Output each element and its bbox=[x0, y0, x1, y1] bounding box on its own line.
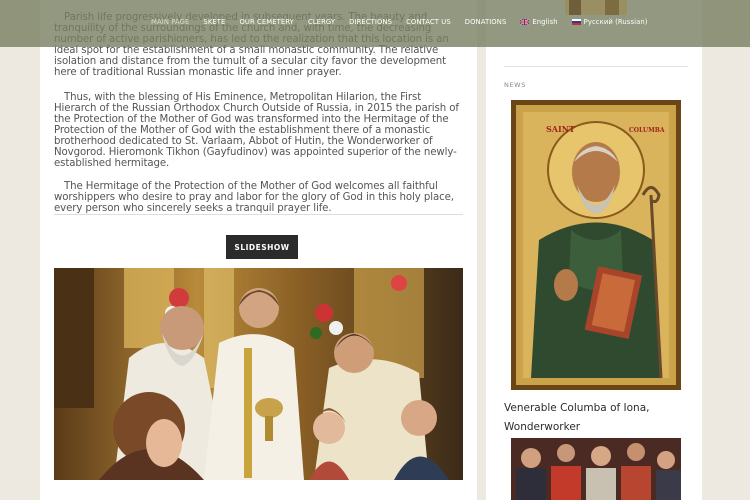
nav-skete[interactable]: SKETE bbox=[203, 18, 225, 26]
header-thumbnail-image bbox=[565, 0, 627, 15]
liturgy-photo[interactable] bbox=[54, 268, 463, 480]
lang-russian-label: Русский (Russian) bbox=[583, 18, 648, 26]
liturgy-photo-image bbox=[54, 268, 463, 480]
slideshow-button[interactable]: SLIDESHOW bbox=[226, 235, 298, 259]
main-column: Parish life progressively developed in s… bbox=[40, 0, 477, 500]
lang-russian[interactable]: Русский (Russian) bbox=[571, 18, 648, 26]
russia-flag-icon bbox=[571, 19, 581, 25]
sidebar-divider bbox=[504, 66, 688, 67]
top-navbar: MAIN PAGE SKETE OUR CEMETERY CLERGY DIRE… bbox=[0, 0, 750, 47]
sidebar: NEWS SAINT COLUMBA Venerable Columba of … bbox=[486, 0, 702, 500]
news-post-title[interactable]: Venerable Columba of Iona, Wonderworker bbox=[504, 399, 688, 437]
news-post-thumbnail[interactable] bbox=[511, 438, 681, 500]
nav-donations[interactable]: DONATIONS bbox=[465, 18, 507, 26]
main-menu: MAIN PAGE SKETE OUR CEMETERY CLERGY DIRE… bbox=[151, 18, 662, 26]
svg-text:SAINT: SAINT bbox=[546, 124, 575, 134]
article-paragraph-2: Thus, with the blessing of His Eminence,… bbox=[54, 92, 459, 169]
nav-contact-us[interactable]: CONTACT US bbox=[406, 18, 451, 26]
nav-our-cemetery[interactable]: OUR CEMETERY bbox=[239, 18, 294, 26]
nav-directions[interactable]: DIRECTIONS bbox=[349, 18, 392, 26]
svg-text:COLUMBA: COLUMBA bbox=[629, 127, 665, 134]
saint-icon-image[interactable]: SAINT COLUMBA bbox=[511, 100, 681, 390]
nav-clergy[interactable]: CLERGY bbox=[308, 18, 335, 26]
nav-main-page[interactable]: MAIN PAGE bbox=[151, 18, 189, 26]
news-post-thumbnail-image bbox=[511, 438, 681, 500]
lang-english-label: English bbox=[532, 18, 558, 26]
saint-columba-icon: SAINT COLUMBA bbox=[511, 100, 681, 390]
lang-english[interactable]: English bbox=[520, 18, 558, 26]
header-thumbnail bbox=[565, 0, 627, 15]
uk-flag-icon bbox=[520, 19, 530, 25]
divider bbox=[54, 214, 463, 215]
news-heading: NEWS bbox=[504, 81, 526, 89]
article-paragraph-3: The Hermitage of the Protection of the M… bbox=[54, 181, 454, 214]
